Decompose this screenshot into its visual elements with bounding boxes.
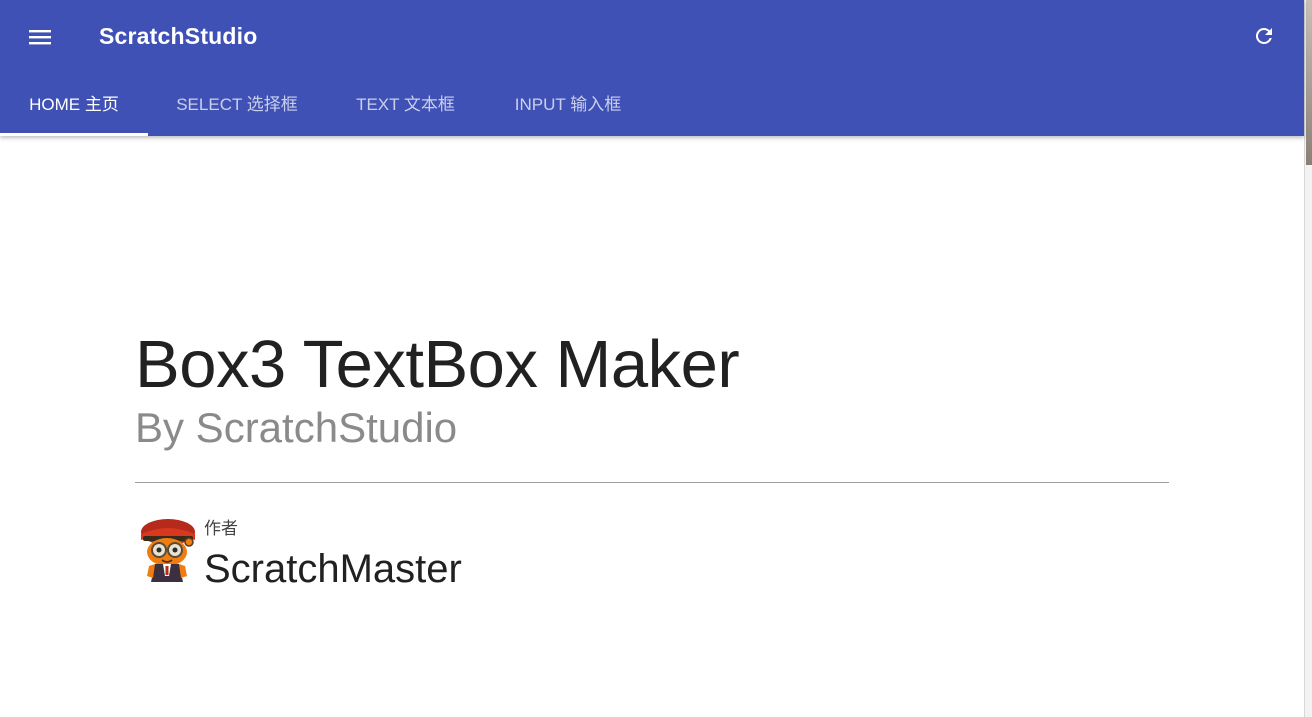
tab-text[interactable]: TEXT 文本框 — [326, 72, 485, 136]
author-avatar-icon — [141, 519, 195, 582]
divider — [135, 482, 1169, 483]
refresh-button[interactable] — [1243, 15, 1285, 57]
tab-bar: HOME 主页 SELECT 选择框 TEXT 文本框 INPUT 输入框 — [0, 72, 1304, 136]
author-caption: 作者 — [204, 519, 238, 538]
tab-select[interactable]: SELECT 选择框 — [148, 72, 326, 136]
tab-home[interactable]: HOME 主页 — [0, 72, 148, 136]
hamburger-menu-icon — [29, 30, 51, 45]
page-title: Box3 TextBox Maker — [135, 327, 740, 402]
window-edge — [1304, 0, 1312, 717]
active-tab-indicator — [0, 133, 148, 136]
app-title: ScratchStudio — [99, 23, 258, 49]
edge-strip — [1306, 0, 1312, 165]
toolbar: ScratchStudio — [0, 0, 1304, 72]
menu-button[interactable] — [18, 16, 60, 58]
tab-input[interactable]: INPUT 输入框 — [485, 72, 651, 136]
author-name: ScratchMaster — [204, 547, 462, 591]
app-bar: ScratchStudio HOME 主页 SELECT 选择框 TEXT 文本… — [0, 0, 1304, 136]
page-subtitle: By ScratchStudio — [135, 404, 458, 451]
refresh-icon — [1255, 27, 1272, 44]
